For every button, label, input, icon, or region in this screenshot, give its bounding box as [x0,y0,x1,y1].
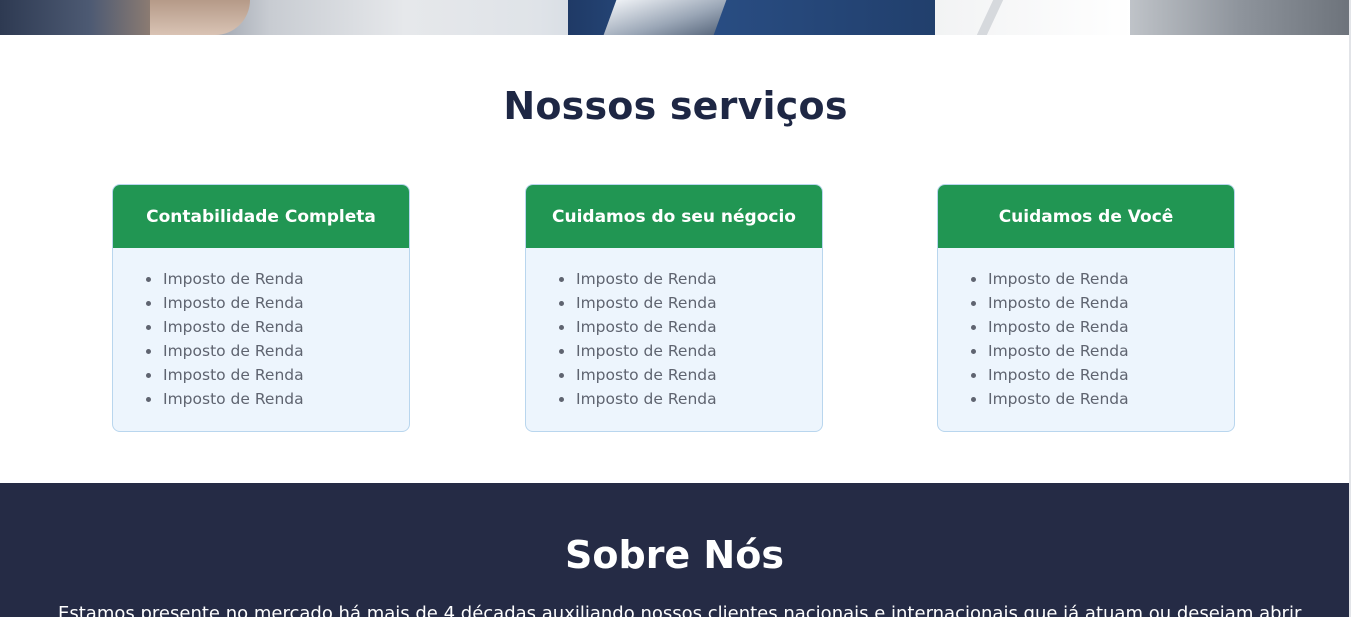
service-list-item: Imposto de Renda [559,291,822,315]
service-card-header: Cuidamos do seu négocio [526,185,822,248]
service-list-item: Imposto de Renda [559,387,822,411]
bullet-icon [559,301,564,306]
service-card-header: Contabilidade Completa [113,185,409,248]
bullet-icon [559,277,564,282]
bullet-icon [559,397,564,402]
bullet-icon [146,397,151,402]
service-list-item: Imposto de Renda [559,363,822,387]
bullet-icon [146,349,151,354]
service-item-label: Imposto de Renda [163,294,304,312]
service-list-item: Imposto de Renda [146,387,409,411]
bullet-icon [971,277,976,282]
service-item-label: Imposto de Renda [576,270,717,288]
about-section: Sobre Nós Estamos presente no mercado há… [0,483,1349,617]
bullet-icon [971,373,976,378]
service-card-header: Cuidamos de Você [938,185,1234,248]
service-item-label: Imposto de Renda [163,390,304,408]
service-card-title: Cuidamos do seu négocio [552,206,796,227]
service-list-item: Imposto de Renda [146,363,409,387]
service-list-item: Imposto de Renda [559,267,822,291]
about-text: Estamos presente no mercado há mais de 4… [58,603,1302,617]
hero-photo-segment [1130,0,1349,35]
service-item-label: Imposto de Renda [576,342,717,360]
service-item-label: Imposto de Renda [988,366,1129,384]
service-list-item: Imposto de Renda [559,339,822,363]
bullet-icon [146,373,151,378]
service-list-item: Imposto de Renda [971,315,1234,339]
bullet-icon [971,325,976,330]
bullet-icon [971,301,976,306]
service-card: Contabilidade Completa Imposto de Renda … [112,184,410,432]
service-list: Imposto de Renda Imposto de Renda Impost… [526,248,822,411]
service-item-label: Imposto de Renda [576,390,717,408]
service-item-label: Imposto de Renda [576,366,717,384]
service-list-item: Imposto de Renda [146,315,409,339]
bullet-icon [559,349,564,354]
service-card: Cuidamos de Você Imposto de Renda Impost… [937,184,1235,432]
service-item-label: Imposto de Renda [988,390,1129,408]
service-item-label: Imposto de Renda [163,342,304,360]
service-list-item: Imposto de Renda [971,363,1234,387]
service-item-label: Imposto de Renda [163,318,304,336]
hero-photo-segment [603,0,727,35]
service-item-label: Imposto de Renda [576,318,717,336]
service-list-item: Imposto de Renda [146,339,409,363]
service-item-label: Imposto de Renda [988,342,1129,360]
bullet-icon [559,325,564,330]
bullet-icon [146,325,151,330]
bullet-icon [971,349,976,354]
service-item-label: Imposto de Renda [163,270,304,288]
bullet-icon [146,301,151,306]
bullet-icon [146,277,151,282]
service-list-item: Imposto de Renda [971,267,1234,291]
hero-photo-segment [150,0,250,35]
service-item-label: Imposto de Renda [988,294,1129,312]
service-list-item: Imposto de Renda [971,387,1234,411]
service-list: Imposto de Renda Imposto de Renda Impost… [113,248,409,411]
service-list-item: Imposto de Renda [146,291,409,315]
service-list-item: Imposto de Renda [971,291,1234,315]
service-card-title: Contabilidade Completa [146,206,376,227]
page: Nossos serviços Contabilidade Completa I… [0,0,1351,617]
service-card: Cuidamos do seu négocio Imposto de Renda… [525,184,823,432]
bullet-icon [559,373,564,378]
bullet-icon [971,397,976,402]
service-item-label: Imposto de Renda [163,366,304,384]
hero-photo-segment [935,0,1135,35]
service-list-item: Imposto de Renda [971,339,1234,363]
service-item-label: Imposto de Renda [988,270,1129,288]
service-item-label: Imposto de Renda [988,318,1129,336]
service-item-label: Imposto de Renda [576,294,717,312]
service-list-item: Imposto de Renda [146,267,409,291]
service-list-item: Imposto de Renda [559,315,822,339]
about-title: Sobre Nós [565,533,784,577]
service-card-title: Cuidamos de Você [998,206,1174,227]
service-list: Imposto de Renda Imposto de Renda Impost… [938,248,1234,411]
hero-photo-segment [0,0,150,35]
hero-image [0,0,1349,35]
services-title: Nossos serviços [503,84,848,128]
